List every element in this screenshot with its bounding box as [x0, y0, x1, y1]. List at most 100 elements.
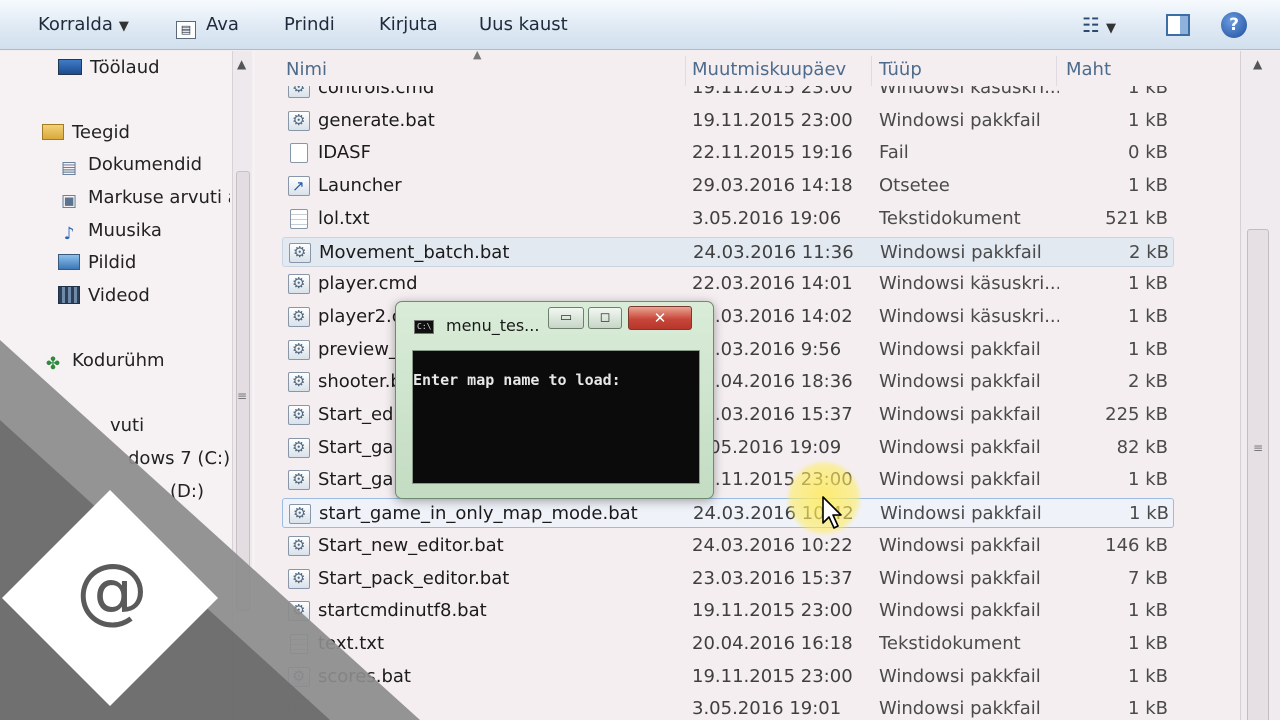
minimize-button[interactable]: ▭ — [548, 307, 584, 329]
file-list-scrollbar-thumb[interactable] — [1247, 229, 1269, 720]
file-date: 23.03.2016 15:37 — [692, 567, 853, 589]
file-type: Tekstidokument — [879, 207, 1021, 229]
file-date: 24.03.2016 11:36 — [693, 241, 854, 263]
file-name: Start_new_editor.bat — [318, 534, 504, 556]
nav-scrollbar[interactable]: ▲ ≡ — [232, 51, 252, 720]
file-type: Windowsi pakkfail — [879, 469, 1041, 491]
file-name: scores.bat — [318, 665, 411, 687]
nav-item-desktop[interactable]: Töölaud — [58, 55, 230, 81]
help-icon[interactable]: ? — [1221, 12, 1247, 38]
column-header-date[interactable]: Muutmiskuupäev — [692, 56, 872, 86]
batch-file-icon — [288, 334, 310, 364]
nav-item-computer[interactable]: vuti — [110, 413, 230, 439]
grip-icon: ≡ — [237, 389, 248, 403]
scroll-up-icon[interactable]: ▲ — [1253, 57, 1262, 71]
file-name: player.cmd — [318, 273, 418, 295]
open-button[interactable]: ▤ Ava — [176, 10, 239, 40]
console-window[interactable]: C:\ menu_tes... ▭ ◻ ✕ Enter map name to … — [395, 301, 714, 499]
file-size: 521 kB — [1105, 207, 1168, 229]
print-button[interactable]: Prindi — [284, 10, 335, 40]
nav-item-documents[interactable]: ▤ Dokumendid — [58, 152, 230, 178]
nav-item-drive-c[interactable]: dows 7 (C:) — [128, 446, 230, 472]
nav-item-homegroup[interactable]: ✤ Kodurühm — [42, 348, 230, 374]
file-size: 1 kB — [1128, 305, 1168, 327]
batch-file-icon — [288, 693, 310, 720]
batch-file-icon — [288, 464, 310, 494]
file-row[interactable]: controls.cmd 19.11.2015 23:00 Windowsi käs… — [282, 86, 1174, 103]
nav-item-label: Kodurühm — [72, 350, 165, 371]
file-date: 3.05.2016 19:01 — [692, 698, 842, 720]
file-size: 1 kB — [1128, 109, 1168, 131]
file-row[interactable]: Start_pack_editor.bat 23.03.2016 15:37 Win… — [282, 563, 1174, 594]
file-row[interactable]: Launcher 29.03.2016 14:18 Otsetee 1 kB — [282, 171, 1174, 201]
file-list-scrollbar[interactable]: ▲ ≡ — [1240, 51, 1280, 720]
file-type: Windowsi käsuskri... — [879, 86, 1059, 98]
file-type: Windowsi käsuskri... — [879, 305, 1059, 327]
file-row[interactable]: start_game_in_only_map_mode.bat24.03.201… — [282, 498, 1174, 529]
nav-item-network-folder[interactable]: ▣ Markuse arvuti as — [58, 185, 230, 211]
file-date: 22.11.2015 19:16 — [692, 142, 853, 164]
nav-item-videos[interactable]: Videod — [58, 283, 230, 309]
file-size: 225 kB — [1105, 404, 1168, 425]
file-name: IDASF — [318, 142, 371, 164]
file-row[interactable]: Movement_batch.bat 24.03.2016 11:36 Window… — [282, 236, 1174, 267]
view-list-icon: ☷ — [1082, 13, 1100, 37]
file-type: Windowsi pakkfail — [880, 503, 1042, 525]
file-type: Windowsi pakkfail — [879, 567, 1041, 589]
nav-item-label: Töölaud — [90, 57, 160, 78]
file-date: 24.03.2016 9:56 — [692, 338, 842, 360]
batch-file-icon — [288, 432, 310, 462]
nav-item-drive-d[interactable]: (D:) — [170, 479, 230, 505]
batch-file-icon — [289, 498, 311, 528]
file-date: 23.03.2016 15:37 — [692, 404, 853, 425]
file-row[interactable]: IDASF 22.11.2015 19:16 Fail 0 kB — [282, 138, 1174, 168]
nav-item-label: (D:) — [170, 481, 204, 502]
command-bar: Korralda ▼ ▤ Ava Prindi Kirjuta Uus kaust … — [0, 0, 1280, 50]
view-options-button[interactable]: ☷ ▼ — [1082, 10, 1116, 40]
scroll-up-icon[interactable]: ▲ — [237, 57, 246, 71]
chevron-down-icon: ▼ — [1105, 21, 1116, 36]
file-row[interactable]: scores.bat 19.11.2015 23:00 Windowsi pakkf… — [282, 661, 1174, 692]
maximize-button[interactable]: ◻ — [588, 307, 622, 329]
organize-button[interactable]: Korralda ▼ — [38, 10, 129, 40]
file-row[interactable]: player.cmd 22.03.2016 14:01 Windowsi käsus… — [282, 268, 1174, 299]
file-row[interactable]: startcmdinutf8.bat 19.11.2015 23:00 Window… — [282, 595, 1174, 626]
file-row[interactable]: 3.05.2016 19:01 Windowsi pakkfail 1 kB — [282, 693, 1174, 720]
batch-file-icon — [288, 563, 310, 593]
music-icon: ♪ — [63, 224, 75, 244]
file-size: 2 kB — [1129, 241, 1169, 263]
file-size: 1 kB — [1128, 273, 1168, 295]
nav-item-label: vuti — [110, 415, 145, 436]
nav-item-music[interactable]: ♪ Muusika — [58, 218, 230, 244]
file-type: Windowsi pakkfail — [879, 109, 1041, 131]
file-date: 20.04.2016 18:36 — [692, 371, 853, 393]
file-name: controls.cmd — [318, 86, 435, 98]
file-size: 1 kB — [1129, 503, 1169, 525]
console-title: menu_tes... — [446, 316, 540, 335]
batch-file-icon — [288, 86, 310, 102]
file-row[interactable]: text.txt 20.04.2016 16:18 Tekstidokument 1 … — [282, 629, 1174, 659]
nav-item-libraries[interactable]: Teegid — [42, 120, 230, 146]
file-row[interactable]: lol.txt 3.05.2016 19:06 Tekstidokument 521 … — [282, 204, 1174, 234]
new-folder-button[interactable]: Uus kaust — [479, 10, 568, 40]
column-header-type[interactable]: Tüüp — [879, 56, 1057, 86]
preview-pane-icon[interactable] — [1166, 14, 1190, 36]
close-button[interactable]: ✕ — [628, 306, 692, 330]
column-header-size[interactable]: Maht — [1066, 56, 1180, 86]
network-folder-icon: ▣ — [60, 191, 78, 211]
file-row[interactable]: generate.bat 19.11.2015 23:00 Windowsi pak… — [282, 105, 1174, 136]
column-header-name[interactable]: Nimi — [286, 56, 686, 86]
watermark-logo: @ — [76, 548, 148, 632]
file-date: 22.03.2016 14:01 — [692, 273, 853, 295]
file-name: Movement_batch.bat — [319, 241, 510, 263]
file-size: 1 kB — [1128, 175, 1168, 197]
nav-item-label: dows 7 (C:) — [128, 448, 230, 469]
file-size: 0 kB — [1128, 142, 1168, 164]
grip-icon: ≡ — [1253, 441, 1264, 455]
nav-item-pictures[interactable]: Pildid — [58, 250, 230, 276]
burn-button[interactable]: Kirjuta — [379, 10, 438, 40]
console-app-icon: C:\ — [414, 320, 434, 334]
file-row[interactable]: Start_new_editor.bat 24.03.2016 10:22 Wind… — [282, 530, 1174, 561]
console-output[interactable]: Enter map name to load: — [412, 350, 700, 484]
file-size: 2 kB — [1128, 371, 1168, 393]
